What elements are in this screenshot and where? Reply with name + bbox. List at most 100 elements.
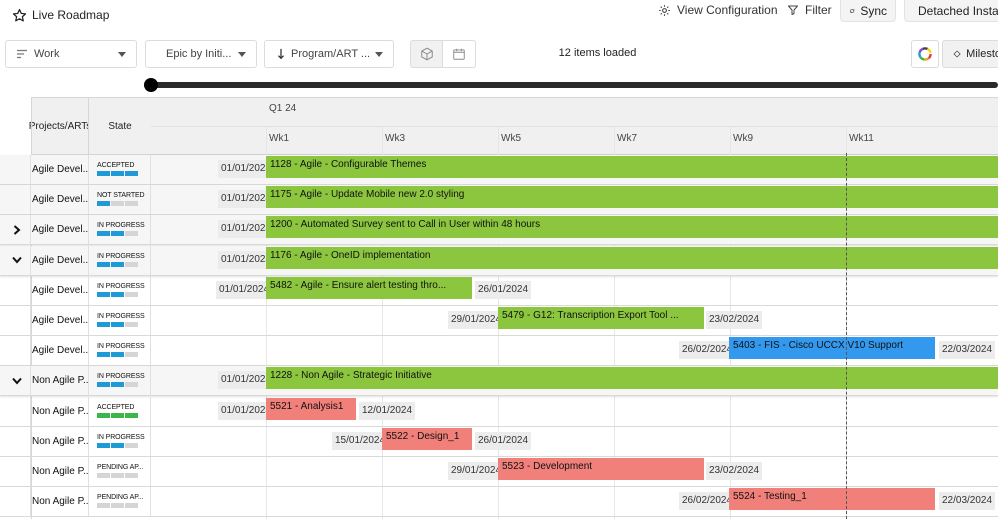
progress-segment bbox=[111, 322, 124, 327]
top-bar: Live Roadmap View Configuration Filter S… bbox=[0, 0, 998, 30]
state-progress-bar bbox=[97, 201, 138, 207]
progress-segment bbox=[125, 442, 138, 448]
view-configuration-button[interactable]: View Configuration bbox=[658, 0, 778, 20]
project-name: Non Agile P... bbox=[32, 496, 88, 508]
chevron-down-icon[interactable] bbox=[3, 366, 31, 396]
progress-segment bbox=[97, 442, 110, 448]
star-icon[interactable] bbox=[12, 8, 27, 23]
project-name: Agile Devel... bbox=[32, 164, 88, 175]
table-row[interactable]: Agile Devel... IN PROGRESS 01/01/2024 1176 … bbox=[0, 245, 998, 276]
milestones-button[interactable]: Milesto bbox=[942, 40, 998, 68]
gantt-bar[interactable]: 1175 - Agile - Update Mobile new 2.0 sty… bbox=[266, 186, 998, 209]
progress-segment bbox=[111, 201, 124, 207]
progress-segment bbox=[97, 291, 110, 297]
table-row[interactable]: Agile Devel... IN PROGRESS 29/01/2024 5479 … bbox=[0, 306, 998, 336]
progress-segment bbox=[97, 171, 110, 176]
state-progress-bar bbox=[97, 322, 138, 327]
state-progress-bar bbox=[97, 352, 138, 358]
filter-button[interactable]: Filter bbox=[787, 0, 832, 20]
timeline-scroll-handle[interactable] bbox=[144, 78, 158, 92]
week-label: Wk1 bbox=[269, 133, 289, 144]
work-dropdown[interactable]: Work bbox=[5, 40, 137, 68]
state-cell: IN PROGRESS bbox=[88, 366, 151, 396]
project-name: Non Agile P... bbox=[32, 375, 88, 387]
end-date: 26/01/2024 bbox=[475, 280, 532, 299]
sort-dropdown[interactable]: Program/ART ... bbox=[264, 40, 394, 68]
color-palette-button[interactable] bbox=[911, 40, 939, 68]
project-name: Agile Devel... bbox=[32, 224, 88, 236]
state-progress-bar bbox=[97, 473, 138, 478]
sort-arrow-icon bbox=[277, 48, 285, 60]
gantt-bar[interactable]: 5521 - Analysis1 bbox=[266, 397, 356, 420]
table-row[interactable]: Non Agile P... ACCEPTED 01/01/2024 5521 - A… bbox=[0, 396, 998, 427]
gantt-bar[interactable]: 1200 - Automated Survey sent to Call in … bbox=[266, 216, 998, 239]
cube-icon bbox=[420, 47, 433, 61]
gantt-bar[interactable]: 5523 - Development bbox=[498, 458, 704, 480]
project-name: Agile Devel... bbox=[32, 315, 88, 326]
table-row[interactable]: Agile Devel... IN PROGRESS 01/01/2024 5482 … bbox=[0, 275, 998, 306]
progress-segment bbox=[97, 382, 110, 388]
chevron-down-icon[interactable] bbox=[3, 245, 31, 275]
today-marker-line bbox=[846, 153, 847, 519]
app-title: Live Roadmap bbox=[12, 6, 109, 24]
progress-segment bbox=[111, 503, 124, 509]
table-row[interactable]: Agile Devel... IN PROGRESS 26/02/2024 5403 … bbox=[0, 336, 998, 367]
gantt-bar[interactable]: 1128 - Agile - Configurable Themes bbox=[266, 156, 998, 178]
state-label: IN PROGRESS bbox=[97, 252, 145, 260]
project-name: Agile Devel... bbox=[32, 284, 88, 296]
project-name: Agile Devel... bbox=[32, 345, 88, 357]
row-gutter bbox=[3, 185, 31, 215]
end-date: 23/02/2024 bbox=[706, 311, 763, 329]
progress-segment bbox=[111, 442, 124, 448]
sync-button[interactable]: Sync bbox=[840, 0, 896, 22]
gantt-bar[interactable]: 1228 - Non Agile - Strategic Initiative bbox=[266, 367, 998, 390]
table-row[interactable]: Agile Devel... ACCEPTED 01/01/2024 1128 - A… bbox=[0, 155, 998, 185]
state-column-header[interactable]: State bbox=[88, 97, 152, 155]
project-name: Agile Devel... bbox=[32, 194, 88, 206]
gantt-bar[interactable]: 5522 - Design_1 bbox=[382, 427, 472, 450]
chevron-down-icon bbox=[238, 52, 246, 57]
gantt-bar[interactable]: 5482 - Agile - Ensure alert testing thro… bbox=[266, 276, 472, 299]
chevron-right-icon[interactable] bbox=[3, 215, 31, 245]
state-cell: IN PROGRESS bbox=[88, 215, 151, 245]
state-cell: NOT STARTED bbox=[88, 185, 151, 215]
app-title-label: Live Roadmap bbox=[32, 8, 110, 22]
project-name: Non Agile P... bbox=[32, 435, 88, 447]
chevron-down-icon bbox=[375, 52, 383, 57]
epic-dropdown[interactable]: Epic by Initi... bbox=[145, 40, 257, 68]
projects-column-header[interactable]: Projects/ARTs bbox=[29, 97, 91, 155]
state-label: IN PROGRESS bbox=[97, 373, 145, 381]
start-date: 15/01/2024 bbox=[332, 431, 389, 450]
table-row[interactable]: Non Agile P... PENDING AP... 26/02/2024 552… bbox=[0, 487, 998, 518]
gantt-bar[interactable]: 5479 - G12: Transcription Export Tool ..… bbox=[498, 307, 704, 329]
table-row[interactable]: Agile Devel... NOT STARTED 01/01/2024 1175 … bbox=[0, 185, 998, 216]
table-row[interactable]: Non Agile P... IN PROGRESS 01/01/2024 1228 … bbox=[0, 366, 998, 397]
cube-view-button[interactable] bbox=[410, 40, 443, 68]
timeline-scroll-track[interactable] bbox=[150, 82, 998, 88]
project-name: Non Agile P... bbox=[32, 466, 88, 477]
gantt-bar[interactable]: 1176 - Agile - OneID implementation bbox=[266, 246, 998, 269]
start-date: 26/02/2024 bbox=[679, 492, 736, 511]
filter-icon bbox=[788, 5, 798, 15]
live-roadmap-app: { "app": { "title": "Live Roadmap" }, "t… bbox=[0, 0, 998, 519]
progress-segment bbox=[125, 473, 138, 478]
calendar-view-button[interactable] bbox=[442, 40, 476, 68]
progress-segment bbox=[125, 231, 138, 237]
row-gutter bbox=[3, 155, 31, 184]
gantt-bar[interactable]: 5524 - Testing_1 bbox=[729, 488, 935, 511]
week-label: Wk9 bbox=[733, 133, 753, 144]
detached-instance-button[interactable]: Detached Insta bbox=[904, 0, 998, 22]
items-loaded-status: 12 items loaded bbox=[558, 47, 637, 59]
state-label: ACCEPTED bbox=[97, 162, 135, 169]
progress-segment bbox=[97, 412, 110, 418]
table-row[interactable]: Non Agile P... IN PROGRESS 15/01/2024 5522 … bbox=[0, 426, 998, 457]
progress-segment bbox=[97, 261, 110, 267]
table-row[interactable]: Agile Devel... IN PROGRESS 01/01/2024 1200 … bbox=[0, 215, 998, 246]
gantt-bar[interactable]: 5403 - FIS - Cisco UCCX V10 Support bbox=[729, 337, 935, 360]
end-date: 22/03/2024 bbox=[939, 341, 996, 360]
table-row[interactable]: Non Agile P... PENDING AP... 29/01/2024 552… bbox=[0, 457, 998, 487]
start-date: 26/02/2024 bbox=[679, 341, 736, 360]
state-cell: IN PROGRESS bbox=[88, 426, 151, 456]
progress-segment bbox=[111, 261, 124, 267]
progress-segment bbox=[125, 352, 138, 358]
